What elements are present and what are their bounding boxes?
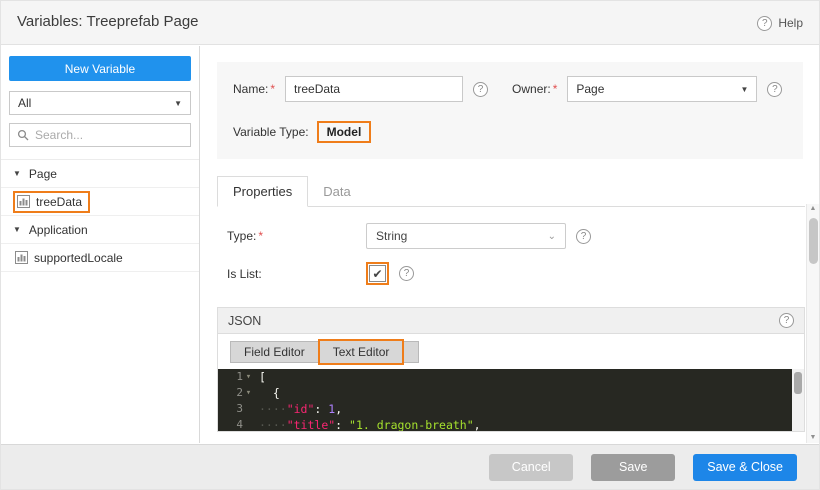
save-button[interactable]: Save [591,454,675,481]
type-select[interactable]: String ⌄ [366,223,566,249]
editor-mode-switch: Field Editor Text Editor [230,341,419,363]
scroll-up-icon[interactable]: ▲ [810,204,817,214]
filter-value: All [18,96,31,110]
is-list-checkbox-highlight: ✔ [366,262,389,285]
name-owner-row: Name:* ? Owner:* Page ▼ ? [233,76,787,102]
editor-tabs: Properties Data [217,177,805,207]
json-code-editor[interactable]: 1▾2▾34 [ {····"id": 1,····"title": "1. d… [218,369,804,432]
is-list-help-icon[interactable]: ? [399,266,414,281]
tab-properties[interactable]: Properties [217,176,308,207]
leaf-wrap: supportedLocale [13,249,129,267]
type-label: Type:* [227,229,366,243]
is-list-checkbox[interactable]: ✔ [369,265,386,282]
scroll-down-icon[interactable]: ▼ [810,433,817,443]
search-box [9,123,191,147]
name-help-icon[interactable]: ? [473,82,488,97]
owner-label: Owner: [512,82,551,96]
owner-select[interactable]: Page ▼ [567,76,757,102]
variable-summary-panel: Name:* ? Owner:* Page ▼ ? Variable Type:… [217,62,803,159]
help-label: Help [778,16,803,30]
json-help-icon[interactable]: ? [779,313,794,328]
sidebar-controls: New Variable All ▼ ▼ Page [1,46,199,272]
tree-item-label: treeData [36,195,82,209]
field-editor-button[interactable]: Field Editor [231,342,318,362]
triangle-down-icon: ▼ [13,225,21,234]
help-button[interactable]: ? Help [757,1,803,45]
json-panel-title: JSON [228,314,261,328]
editor-code[interactable]: [ {····"id": 1,····"title": "1. dragon-b… [254,369,792,432]
tree-item-treedata[interactable]: treeData [1,188,199,216]
dialog-footer: Cancel Save Save & Close [1,444,819,489]
type-help-icon[interactable]: ? [576,229,591,244]
editor-gutter: 1▾2▾34 [218,369,254,432]
variables-dialog: Variables: Treeprefab Page ? Help New Va… [0,0,820,490]
type-value: String [376,229,407,243]
type-row: Type:* String ⌄ ? [227,223,805,249]
tree-group-page[interactable]: ▼ Page [1,160,199,188]
text-editor-button[interactable]: Text Editor [320,341,403,363]
editor-scrollbar-thumb[interactable] [794,372,802,394]
is-list-row: Is List: ✔ ? [227,262,805,285]
variables-tree: ▼ Page treeData ▼ [1,159,199,272]
variable-icon [17,195,30,208]
json-panel: JSON ? Field Editor Text Editor 1▾2▾34 [… [217,307,805,432]
required-asterisk: * [270,82,275,96]
triangle-down-icon: ▼ [13,169,21,178]
tab-data[interactable]: Data [308,177,365,206]
name-input[interactable] [285,76,463,102]
main-scrollbar[interactable]: ▲ ▼ [806,204,819,443]
variables-sidebar: New Variable All ▼ ▼ Page [1,46,200,443]
tree-group-label: Page [29,167,57,181]
dialog-header: Variables: Treeprefab Page ? Help [1,1,819,45]
json-panel-header: JSON ? [218,308,804,334]
help-circle-icon: ? [757,16,772,31]
is-list-label: Is List: [227,267,366,281]
chevron-down-icon: ⌄ [548,231,556,242]
tree-item-supportedlocale[interactable]: supportedLocale [1,244,199,272]
variable-editor-main: Name:* ? Owner:* Page ▼ ? Variable Type:… [201,46,819,443]
variable-icon [15,251,28,264]
main-scrollbar-thumb[interactable] [809,218,818,264]
cancel-button[interactable]: Cancel [489,454,573,481]
segment-tail [404,342,418,362]
variable-type-row: Variable Type: Model [233,121,787,143]
variable-type-label: Variable Type: [233,125,309,139]
owner-help-icon[interactable]: ? [767,82,782,97]
tree-group-application[interactable]: ▼ Application [1,216,199,244]
text-editor-highlight: Text Editor [318,339,405,365]
editor-scrollbar[interactable] [792,369,804,432]
variable-type-value-highlight: Model [317,121,372,143]
json-editor-toolbar: Field Editor Text Editor [218,334,804,369]
chevron-down-icon: ▼ [740,85,748,94]
chevron-down-icon: ▼ [174,99,182,108]
new-variable-button[interactable]: New Variable [9,56,191,81]
page-title: Variables: Treeprefab Page [17,13,199,30]
save-and-close-button[interactable]: Save & Close [693,454,797,481]
highlight-box-treedata: treeData [13,191,90,213]
owner-value: Page [576,82,604,96]
tree-group-label: Application [29,223,88,237]
name-label: Name: [233,82,268,96]
search-icon [17,129,29,141]
tree-item-label: supportedLocale [34,251,123,265]
required-asterisk: * [553,82,558,96]
search-input[interactable] [35,128,183,142]
variable-filter-select[interactable]: All ▼ [9,91,191,115]
